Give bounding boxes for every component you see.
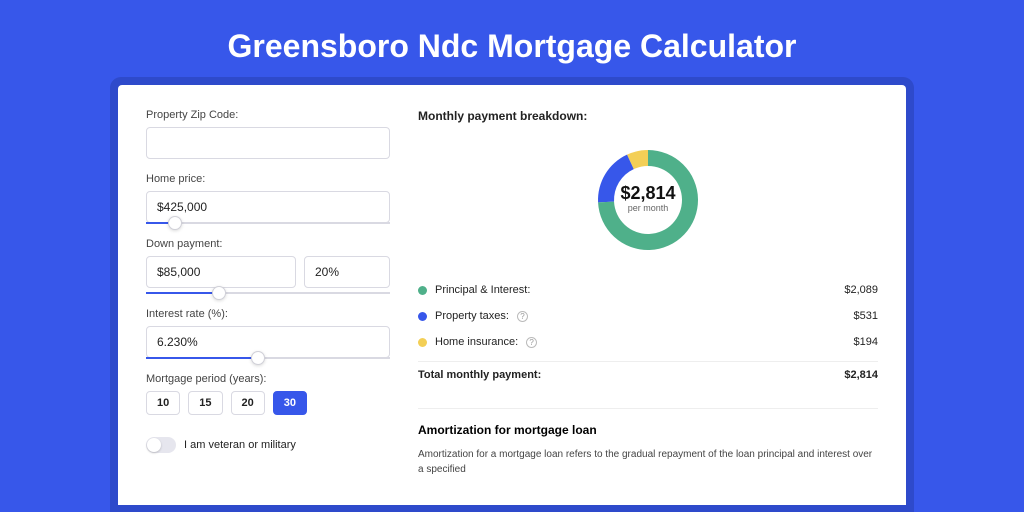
veteran-label: I am veteran or military — [184, 439, 296, 451]
period-20[interactable]: 20 — [231, 391, 265, 415]
breakdown-donut: $2,814 per month — [418, 139, 878, 261]
breakdown-legend: Principal & Interest: $2,089 Property taxe… — [418, 277, 878, 388]
period-options: 10 15 20 30 — [146, 391, 390, 415]
legend-label: Property taxes: — [435, 310, 509, 322]
down-payment-label: Down payment: — [146, 238, 390, 250]
page-title: Greensboro Ndc Mortgage Calculator — [0, 0, 1024, 85]
legend-row: Home insurance:? $194 — [418, 329, 878, 355]
rate-label: Interest rate (%): — [146, 308, 390, 320]
total-value: $2,814 — [844, 369, 878, 381]
home-price-label: Home price: — [146, 173, 390, 185]
home-price-input[interactable] — [146, 191, 390, 223]
legend-label: Principal & Interest: — [435, 284, 530, 296]
zip-field: Property Zip Code: — [146, 109, 390, 159]
amortization-body: Amortization for a mortgage loan refers … — [418, 447, 878, 477]
calculator-card: Property Zip Code: Home price: Down paym… — [118, 85, 906, 505]
total-label: Total monthly payment: — [418, 369, 541, 381]
breakdown-panel: Monthly payment breakdown: $2,814 per mo… — [418, 109, 878, 505]
legend-row: Property taxes:? $531 — [418, 303, 878, 329]
home-price-field: Home price: — [146, 173, 390, 224]
zip-input[interactable] — [146, 127, 390, 159]
legend-dot — [418, 286, 427, 295]
donut-amount: $2,814 — [620, 183, 675, 203]
rate-field: Interest rate (%): — [146, 308, 390, 359]
legend-dot — [418, 312, 427, 321]
rate-input[interactable] — [146, 326, 390, 358]
legend-value: $194 — [854, 336, 878, 348]
legend-label: Home insurance: — [435, 336, 518, 348]
home-price-slider[interactable] — [146, 222, 390, 224]
period-30[interactable]: 30 — [273, 391, 307, 415]
down-payment-slider[interactable] — [146, 292, 390, 294]
period-15[interactable]: 15 — [188, 391, 222, 415]
breakdown-header: Monthly payment breakdown: — [418, 109, 878, 123]
period-label: Mortgage period (years): — [146, 373, 390, 385]
help-icon[interactable]: ? — [526, 337, 537, 348]
legend-dot — [418, 338, 427, 347]
down-payment-field: Down payment: — [146, 238, 390, 294]
zip-label: Property Zip Code: — [146, 109, 390, 121]
down-percent-input[interactable] — [304, 256, 390, 288]
amortization-title: Amortization for mortgage loan — [418, 423, 878, 437]
legend-value: $2,089 — [844, 284, 878, 296]
period-10[interactable]: 10 — [146, 391, 180, 415]
rate-slider[interactable] — [146, 357, 390, 359]
inputs-panel: Property Zip Code: Home price: Down paym… — [146, 109, 390, 505]
donut-sublabel: per month — [628, 203, 669, 213]
legend-row: Principal & Interest: $2,089 — [418, 277, 878, 303]
help-icon[interactable]: ? — [517, 311, 528, 322]
period-field: Mortgage period (years): 10 15 20 30 — [146, 373, 390, 415]
amortization-section: Amortization for mortgage loan Amortizat… — [418, 408, 878, 477]
veteran-toggle[interactable] — [146, 437, 176, 453]
legend-total-row: Total monthly payment: $2,814 — [418, 361, 878, 388]
legend-value: $531 — [854, 310, 878, 322]
veteran-toggle-row: I am veteran or military — [146, 437, 390, 453]
down-amount-input[interactable] — [146, 256, 296, 288]
